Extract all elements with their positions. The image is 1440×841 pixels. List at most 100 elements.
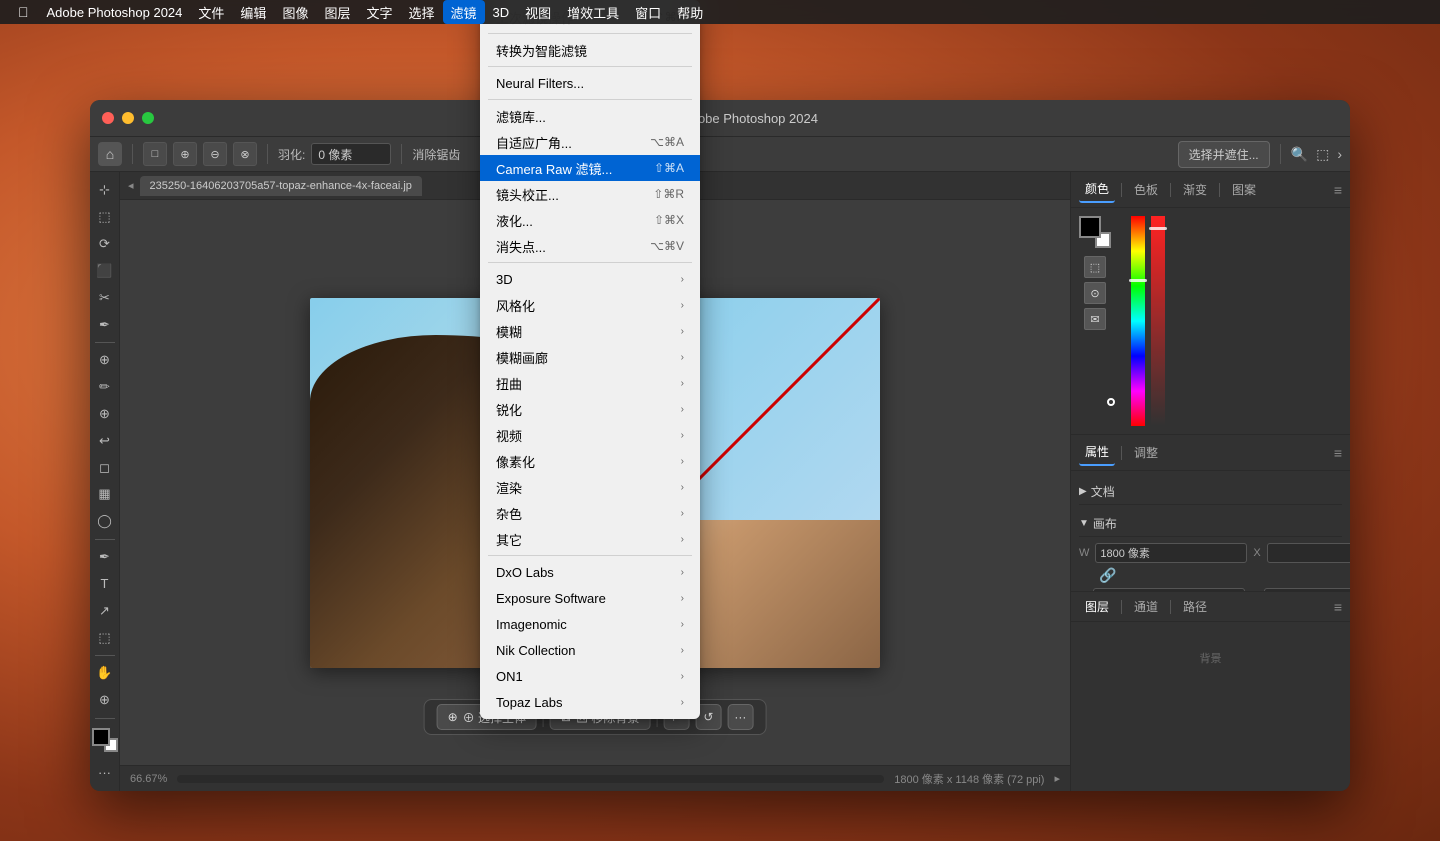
document-section-header[interactable]: ▶ 文档	[1079, 479, 1342, 505]
tool-eraser[interactable]: ◻	[92, 455, 118, 480]
canvas-section-header[interactable]: ▼ 画布	[1079, 511, 1342, 537]
foreground-color[interactable]	[92, 728, 110, 746]
menubar-type[interactable]: 文字	[358, 0, 400, 24]
tool-text[interactable]: T	[92, 572, 118, 597]
fg-bg-colors[interactable]	[1079, 216, 1111, 248]
tool-shape[interactable]: ⬚	[92, 625, 118, 650]
menubar-filter[interactable]: 滤镜	[443, 0, 485, 24]
tool-spot-heal[interactable]: ⊕	[92, 348, 118, 373]
tool-path-select[interactable]: ↗	[92, 598, 118, 623]
scrollbar-track[interactable]	[177, 775, 884, 783]
menu-video[interactable]: 视频 ›	[480, 422, 700, 448]
menu-topaz-labs[interactable]: Topaz Labs ›	[480, 689, 700, 715]
menubar-image[interactable]: 图像	[274, 0, 316, 24]
color-swatches[interactable]	[92, 728, 118, 753]
maximize-button[interactable]	[142, 112, 154, 124]
menu-render[interactable]: 渲染 ›	[480, 474, 700, 500]
menu-dxo-labs[interactable]: DxO Labs ›	[480, 559, 700, 585]
tool-history-brush[interactable]: ↩	[92, 428, 118, 453]
menubar-window[interactable]: 窗口	[627, 0, 669, 24]
tool-hand[interactable]: ✋	[92, 661, 118, 686]
menu-sharpen[interactable]: 锐化 ›	[480, 396, 700, 422]
home-button[interactable]: ⌂	[98, 142, 122, 166]
tool-more[interactable]: ···	[92, 760, 118, 785]
menu-smart-filter[interactable]: 转换为智能滤镜	[480, 37, 700, 63]
select-subject-btn[interactable]: 选择并遮住...	[1178, 141, 1270, 168]
menu-stylize[interactable]: 风格化 ›	[480, 292, 700, 318]
menu-other[interactable]: 其它 ›	[480, 526, 700, 552]
more-options-icon[interactable]: ›	[1337, 146, 1342, 162]
tool-stamp[interactable]: ⊕	[92, 402, 118, 427]
tab-color[interactable]: 颜色	[1079, 176, 1115, 203]
color-tool-2[interactable]: ⊙	[1084, 282, 1106, 304]
search-icon[interactable]: 🔍	[1291, 146, 1308, 163]
menu-vanishing-point[interactable]: 消失点... ⌥⌘V	[480, 233, 700, 259]
minimize-button[interactable]	[122, 112, 134, 124]
menubar-app-name[interactable]: Adobe Photoshop 2024	[39, 0, 191, 24]
tab-scroll-left[interactable]: ◂	[128, 179, 134, 192]
sub-selection-btn[interactable]: ⊖	[203, 142, 227, 166]
menu-lens-correction[interactable]: 镜头校正... ⇧⌘R	[480, 181, 700, 207]
tab-pattern[interactable]: 图案	[1226, 177, 1262, 202]
hue-slider[interactable]	[1131, 216, 1145, 426]
menu-pixelate[interactable]: 像素化 ›	[480, 448, 700, 474]
feather-input[interactable]	[311, 143, 391, 165]
menubar-plugins[interactable]: 增效工具	[559, 0, 627, 24]
menu-nik-collection[interactable]: Nik Collection ›	[480, 637, 700, 663]
color-tool-3[interactable]: ✉	[1084, 308, 1106, 330]
tool-pen[interactable]: ✒	[92, 545, 118, 570]
tool-move[interactable]: ⊹	[92, 178, 118, 203]
properties-panel-menu-icon[interactable]: ≡	[1334, 445, 1342, 461]
tool-lasso[interactable]: ⟳	[92, 232, 118, 257]
link-dimensions-icon[interactable]: 🔗	[1099, 567, 1116, 584]
menu-adaptive-wide[interactable]: 自适应广角... ⌥⌘A	[480, 129, 700, 155]
x-input[interactable]	[1267, 543, 1350, 563]
menubar-select[interactable]: 选择	[400, 0, 442, 24]
new-selection-btn[interactable]: □	[143, 142, 167, 166]
color-tool-1[interactable]: ⬚	[1084, 256, 1106, 278]
tab-paths[interactable]: 路径	[1177, 595, 1213, 618]
tool-zoom[interactable]: ⊕	[92, 688, 118, 713]
tool-crop[interactable]: ✂	[92, 285, 118, 310]
menu-camera-raw[interactable]: Camera Raw 滤镜... ⇧⌘A	[480, 155, 700, 181]
menu-blur[interactable]: 模糊 ›	[480, 318, 700, 344]
tab-swatch[interactable]: 色板	[1128, 177, 1164, 202]
menu-liquify[interactable]: 液化... ⇧⌘X	[480, 207, 700, 233]
menu-exposure-software[interactable]: Exposure Software ›	[480, 585, 700, 611]
tab-layers[interactable]: 图层	[1079, 595, 1115, 618]
tab-channels[interactable]: 通道	[1128, 595, 1164, 618]
document-tab[interactable]: 235250-16406203705a57-topaz-enhance-4x-f…	[140, 176, 422, 196]
menubar-help[interactable]: 帮助	[669, 0, 711, 24]
tab-properties[interactable]: 属性	[1079, 439, 1115, 466]
intersect-selection-btn[interactable]: ⊗	[233, 142, 257, 166]
alpha-slider[interactable]	[1151, 216, 1165, 426]
tab-adjustments[interactable]: 调整	[1128, 440, 1164, 465]
fg-color-swatch[interactable]	[1079, 216, 1101, 238]
tab-gradient[interactable]: 渐变	[1177, 177, 1213, 202]
color-panel-menu-icon[interactable]: ≡	[1334, 182, 1342, 198]
menu-neural-filters[interactable]: Neural Filters...	[480, 70, 700, 96]
tool-gradient[interactable]: ▦	[92, 482, 118, 507]
menubar-file[interactable]: 文件	[190, 0, 232, 24]
menu-filter-gallery[interactable]: 滤镜库...	[480, 103, 700, 129]
menu-blur-gallery[interactable]: 模糊画廊 ›	[480, 344, 700, 370]
add-selection-btn[interactable]: ⊕	[173, 142, 197, 166]
layers-panel-menu-icon[interactable]: ≡	[1334, 599, 1342, 615]
tool-marquee[interactable]: ⬚	[92, 205, 118, 230]
tool-brush[interactable]: ✏	[92, 375, 118, 400]
tool-dodge[interactable]: ◯	[92, 509, 118, 534]
width-input[interactable]	[1095, 543, 1247, 563]
menu-distort[interactable]: 扭曲 ›	[480, 370, 700, 396]
menubar-3d[interactable]: 3D	[485, 0, 518, 24]
more-actions-btn[interactable]: ···	[727, 704, 753, 730]
apple-menu[interactable]: 	[8, 4, 39, 20]
menubar-layer[interactable]: 图层	[316, 0, 358, 24]
tool-object-select[interactable]: ⬛	[92, 258, 118, 283]
tool-eyedropper[interactable]: ✒	[92, 312, 118, 337]
menubar-edit[interactable]: 编辑	[232, 0, 274, 24]
menu-on1[interactable]: ON1 ›	[480, 663, 700, 689]
menu-noise[interactable]: 杂色 ›	[480, 500, 700, 526]
workspace-icon[interactable]: ⬚	[1316, 146, 1329, 163]
menu-imagenomic[interactable]: Imagenomic ›	[480, 611, 700, 637]
menu-3d[interactable]: 3D ›	[480, 266, 700, 292]
